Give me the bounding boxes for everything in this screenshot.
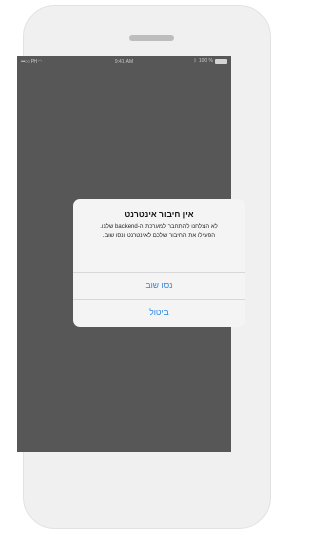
cancel-button[interactable]: ביטול: [73, 299, 245, 326]
retry-button[interactable]: נסו שוב: [73, 272, 245, 299]
alert-message-line1: לא הצלחנו להתחבר למערכת ה-backend שלנו.: [100, 224, 218, 230]
status-bar: •••○○ PH ◠ 9:41 AM ᛒ 100 %: [17, 56, 231, 68]
alert-message: לא הצלחנו להתחבר למערכת ה-backend שלנו. …: [79, 223, 239, 241]
speaker-grille: [129, 35, 174, 41]
alert-message-line2: הפעילו את החיבור שלכם לאינטרנט ונסו שוב.: [102, 233, 216, 239]
bluetooth-icon: ᛒ: [193, 58, 197, 64]
alert-title: אין חיבור אינטרנט: [124, 209, 194, 219]
no-internet-alert: אין חיבור אינטרנט לא הצלחנו להתחבר למערכ…: [73, 199, 245, 327]
battery-icon: [215, 58, 227, 64]
battery-percent: 100 %: [198, 58, 213, 64]
